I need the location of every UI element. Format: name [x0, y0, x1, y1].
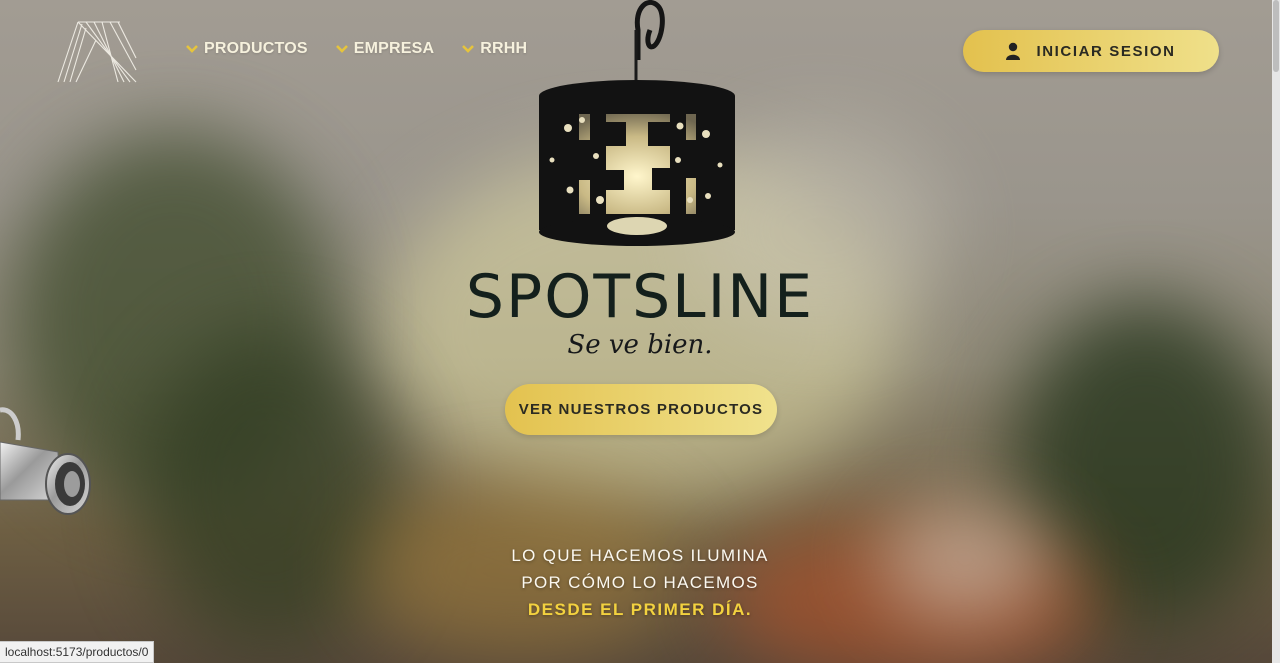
nav-item-label: PRODUCTOS [204, 40, 308, 57]
nav-item-rrhh[interactable]: RRHH [462, 40, 527, 58]
motto-line-1: LO QUE HACEMOS ILUMINA [511, 546, 769, 565]
logo-icon[interactable] [56, 20, 138, 84]
chevron-down-icon [462, 45, 475, 53]
user-icon [1006, 42, 1021, 60]
login-button[interactable]: INICIAR SESION [963, 30, 1219, 72]
nav-item-label: RRHH [480, 40, 528, 57]
scrollbar-thumb[interactable] [1273, 0, 1279, 72]
pendant-lamp-image [539, 0, 735, 246]
motto: LO QUE HACEMOS ILUMINA POR CÓMO LO HACEM… [0, 542, 1280, 623]
chevron-down-icon [335, 45, 348, 53]
nav-item-empresa[interactable]: EMPRESA [335, 40, 435, 58]
motto-highlight: DESDE EL PRIMER DÍA. [527, 600, 753, 619]
status-bar-url: localhost:5173/productos/0 [0, 641, 155, 663]
login-label: INICIAR SESION [1036, 42, 1176, 60]
spotlight-image [0, 407, 91, 515]
motto-line-2: POR CÓMO LO HACEMOS [521, 573, 759, 592]
brand-tagline: Se ve bien. [567, 330, 713, 360]
main-nav: PRODUCTOS EMPRESA RRHH [186, 40, 527, 58]
nav-item-productos[interactable]: PRODUCTOS [186, 40, 308, 58]
brand-title: SPOTSLINE [465, 262, 815, 332]
nav-item-label: EMPRESA [353, 40, 435, 57]
view-products-button[interactable]: VER NUESTROS PRODUCTOS [505, 384, 777, 435]
chevron-down-icon [186, 45, 198, 53]
